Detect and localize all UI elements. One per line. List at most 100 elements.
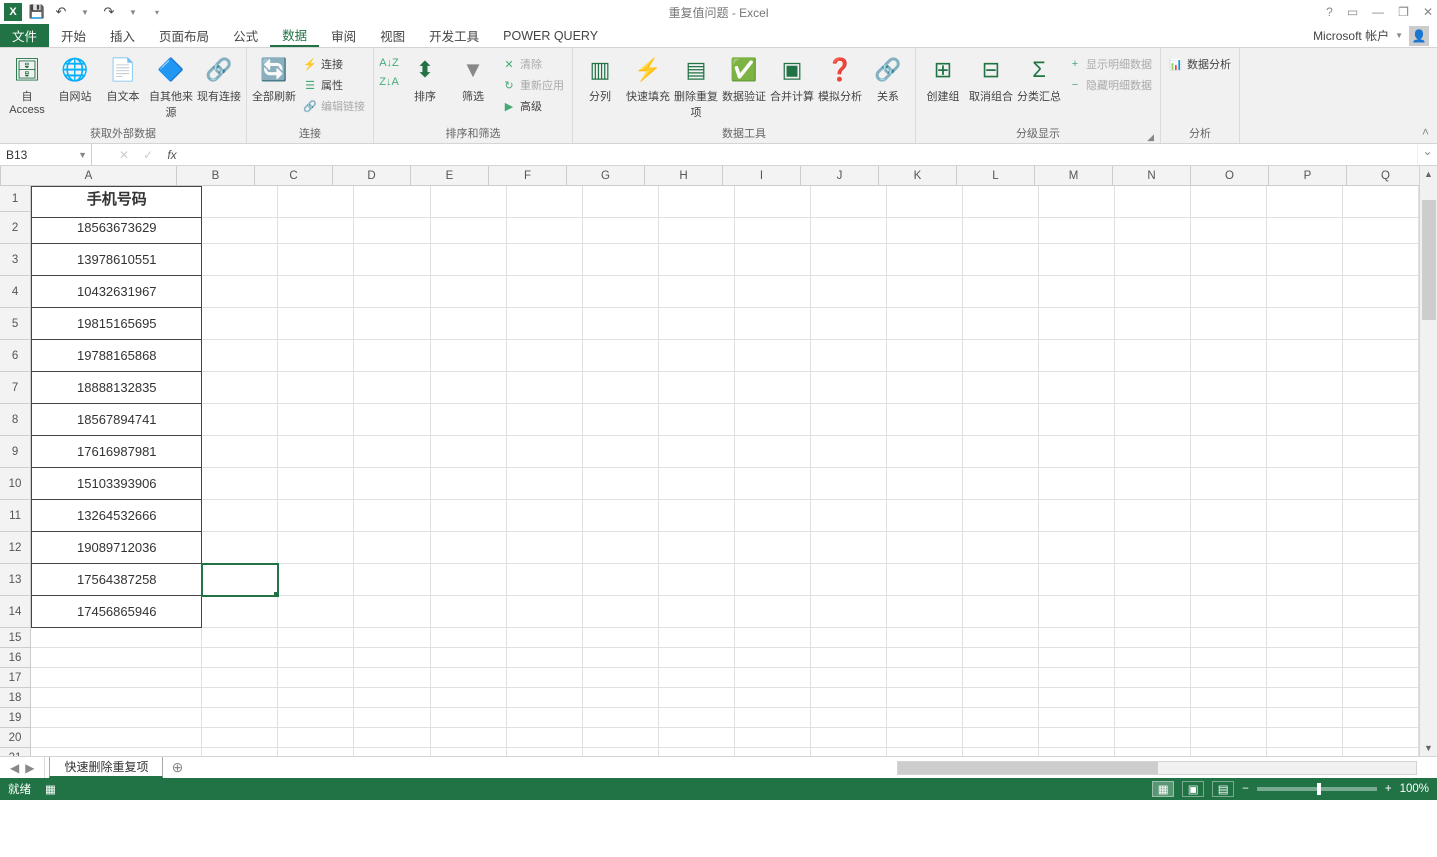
row-header[interactable]: 9 xyxy=(0,436,31,468)
cell[interactable]: 18563673629 xyxy=(31,212,202,244)
cell[interactable] xyxy=(887,564,963,596)
column-header[interactable]: P xyxy=(1269,166,1347,185)
cell[interactable] xyxy=(202,308,278,340)
cell[interactable] xyxy=(1343,500,1419,532)
cell[interactable] xyxy=(887,372,963,404)
cell[interactable] xyxy=(1039,244,1115,276)
cell[interactable] xyxy=(278,728,354,748)
cell[interactable] xyxy=(1343,688,1419,708)
cell[interactable] xyxy=(354,340,430,372)
cell[interactable] xyxy=(659,668,735,688)
column-header[interactable]: K xyxy=(879,166,957,185)
cell[interactable] xyxy=(1343,728,1419,748)
cell[interactable] xyxy=(1115,564,1191,596)
cell[interactable] xyxy=(1343,468,1419,500)
sheet-nav-prev-icon[interactable]: ◀ xyxy=(10,761,19,775)
cell[interactable] xyxy=(659,748,735,756)
cell[interactable] xyxy=(811,748,887,756)
cell[interactable] xyxy=(963,404,1039,436)
cell[interactable] xyxy=(354,372,430,404)
cell[interactable] xyxy=(202,668,278,688)
cell[interactable] xyxy=(1115,244,1191,276)
cell[interactable] xyxy=(811,728,887,748)
cell[interactable] xyxy=(1343,404,1419,436)
cell[interactable] xyxy=(278,244,354,276)
cell[interactable] xyxy=(1343,340,1419,372)
what-if-button[interactable]: ❓模拟分析 xyxy=(817,52,863,106)
cell[interactable] xyxy=(354,648,430,668)
cell[interactable] xyxy=(1039,276,1115,308)
cell[interactable] xyxy=(202,500,278,532)
cell[interactable] xyxy=(811,276,887,308)
cell[interactable] xyxy=(1039,372,1115,404)
cell[interactable] xyxy=(1267,564,1343,596)
tab-view[interactable]: 视图 xyxy=(368,24,417,47)
cell[interactable] xyxy=(1039,708,1115,728)
cancel-formula-icon[interactable]: ✕ xyxy=(112,148,136,162)
cell[interactable] xyxy=(659,688,735,708)
relationships-button[interactable]: 🔗关系 xyxy=(865,52,911,106)
cell[interactable] xyxy=(811,500,887,532)
row-header[interactable]: 21 xyxy=(0,748,31,756)
cell[interactable]: 19815165695 xyxy=(31,308,202,340)
cell[interactable] xyxy=(1191,340,1267,372)
row-header[interactable]: 11 xyxy=(0,500,31,532)
vertical-scrollbar[interactable]: ▲ ▼ xyxy=(1419,166,1437,756)
cell[interactable] xyxy=(507,500,583,532)
cell[interactable] xyxy=(1191,500,1267,532)
cell[interactable] xyxy=(811,532,887,564)
column-header[interactable]: O xyxy=(1191,166,1269,185)
cell[interactable] xyxy=(507,436,583,468)
expand-formula-bar-icon[interactable]: ⌄ xyxy=(1417,144,1437,165)
cell[interactable] xyxy=(1343,708,1419,728)
cell[interactable] xyxy=(1343,212,1419,244)
existing-connections-button[interactable]: 🔗现有连接 xyxy=(196,52,242,106)
add-sheet-button[interactable]: ⊕ xyxy=(163,757,191,778)
cell[interactable] xyxy=(278,468,354,500)
cell[interactable] xyxy=(354,308,430,340)
cell[interactable] xyxy=(431,244,507,276)
cell[interactable] xyxy=(202,708,278,728)
cell[interactable] xyxy=(963,628,1039,648)
undo-icon[interactable]: ↶ xyxy=(52,3,70,21)
cell[interactable] xyxy=(887,532,963,564)
dialog-launcher-icon[interactable]: ◢ xyxy=(1147,132,1154,143)
cell[interactable] xyxy=(811,628,887,648)
cell[interactable] xyxy=(583,500,659,532)
consolidate-button[interactable]: ▣合并计算 xyxy=(769,52,815,106)
cell[interactable] xyxy=(887,628,963,648)
cell[interactable] xyxy=(1343,532,1419,564)
cell[interactable] xyxy=(887,436,963,468)
column-header[interactable]: E xyxy=(411,166,489,185)
cell[interactable] xyxy=(431,748,507,756)
cell[interactable] xyxy=(354,708,430,728)
cell[interactable] xyxy=(507,688,583,708)
scrollbar-thumb[interactable] xyxy=(898,762,1158,774)
cell[interactable] xyxy=(887,212,963,244)
cell[interactable] xyxy=(963,668,1039,688)
cell[interactable] xyxy=(354,244,430,276)
cell[interactable] xyxy=(811,708,887,728)
cell[interactable] xyxy=(887,648,963,668)
column-header[interactable]: F xyxy=(489,166,567,185)
account-label[interactable]: Microsoft 帐户 xyxy=(1313,27,1389,44)
cell[interactable]: 10432631967 xyxy=(31,276,202,308)
cell[interactable] xyxy=(1267,276,1343,308)
cell[interactable] xyxy=(1039,748,1115,756)
group-button[interactable]: ⊞创建组 xyxy=(920,52,966,106)
minimize-icon[interactable]: — xyxy=(1372,5,1384,19)
row-header[interactable]: 1 xyxy=(0,186,31,212)
cell[interactable] xyxy=(963,372,1039,404)
cell[interactable] xyxy=(507,372,583,404)
cell[interactable] xyxy=(659,564,735,596)
cell[interactable]: 18567894741 xyxy=(31,404,202,436)
sort-descending-button[interactable]: Z↓A xyxy=(378,73,400,91)
cell[interactable] xyxy=(1115,748,1191,756)
column-header[interactable]: B xyxy=(177,166,255,185)
cell[interactable] xyxy=(811,596,887,628)
cell[interactable] xyxy=(963,688,1039,708)
cell[interactable] xyxy=(1191,404,1267,436)
cell[interactable] xyxy=(507,244,583,276)
column-header[interactable]: L xyxy=(957,166,1035,185)
cell[interactable] xyxy=(31,748,202,756)
